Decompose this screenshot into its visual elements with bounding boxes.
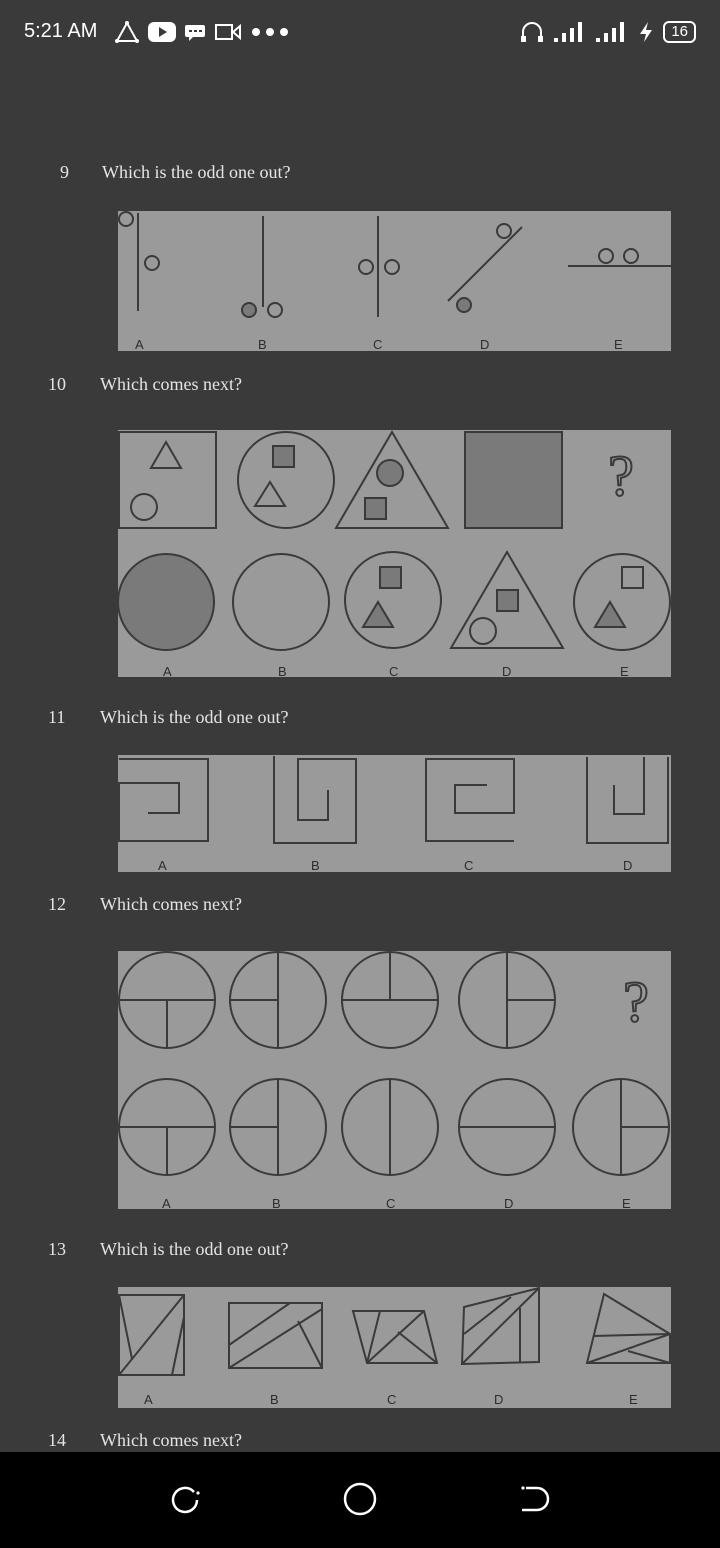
question-text: Which comes next? (100, 894, 242, 914)
question-11-figure: A B C D (118, 755, 671, 873)
question-number: 12 (48, 894, 66, 914)
option-label: A (135, 337, 144, 352)
back-icon (521, 1486, 550, 1512)
option-label: C (389, 664, 399, 679)
option-label: E (614, 337, 623, 352)
option-label: B (272, 1196, 281, 1211)
spiral-shapes-image (118, 756, 669, 844)
question-text: Which comes next? (100, 1430, 242, 1450)
message-icon (185, 25, 205, 41)
question-text: Which is the odd one out? (102, 162, 291, 182)
question-number: 11 (48, 707, 66, 727)
option-label: A (144, 1392, 153, 1407)
option-label: E (620, 664, 629, 679)
question-13-figure: A B C D E (118, 1287, 671, 1408)
back-button[interactable] (509, 1474, 559, 1524)
question-text: Which is the odd one out? (100, 707, 289, 727)
odd-one-out-lines-image (118, 211, 671, 318)
home-icon (343, 1482, 377, 1516)
option-label: D (504, 1196, 514, 1211)
recent-apps-icon (171, 1486, 200, 1514)
question-number: 9 (60, 162, 69, 182)
option-label: B (311, 858, 320, 873)
question-number: 14 (48, 1430, 66, 1450)
option-label: D (502, 664, 512, 679)
system-icons: 16 (519, 18, 696, 46)
option-label: A (158, 858, 167, 873)
headset-icon (521, 22, 544, 42)
status-bar: 5:21 AM 16 (0, 0, 720, 64)
option-label: D (623, 858, 633, 873)
question-mark-icon: ? (608, 443, 634, 508)
question-number: 10 (48, 374, 66, 394)
divided-circles-image: ? (118, 951, 670, 1176)
option-label: C (387, 1392, 397, 1407)
youtube-icon (148, 22, 176, 42)
option-label: B (258, 337, 267, 352)
option-label: C (386, 1196, 396, 1211)
question-text: Which comes next? (100, 374, 242, 394)
question-10-figure: ? A B C D E (118, 430, 671, 679)
status-time: 5:21 AM (24, 20, 98, 42)
option-label: B (278, 664, 287, 679)
question-number: 13 (48, 1239, 66, 1259)
dissected-shapes-image (118, 1287, 671, 1376)
option-label: C (373, 337, 383, 352)
navigation-bar (0, 1452, 720, 1548)
signal-icon (554, 22, 583, 42)
option-label: B (270, 1392, 279, 1407)
option-label: A (162, 1196, 171, 1211)
option-label: A (163, 664, 172, 679)
option-label: E (622, 1196, 631, 1211)
question-text: Which is the odd one out? (100, 1239, 289, 1259)
more-dots-icon (252, 28, 288, 36)
charging-icon (640, 22, 653, 42)
shapes-sequence-image: ? (118, 430, 671, 651)
question-mark-icon: ? (623, 969, 649, 1034)
home-button[interactable] (335, 1474, 385, 1524)
option-label: D (480, 337, 490, 352)
notification-icons (114, 18, 290, 46)
question-9-figure: A B C D E (118, 211, 671, 352)
signal-icon-2 (596, 22, 625, 42)
question-12-figure: ? A B C D E (118, 951, 671, 1211)
battery-level: 16 (663, 21, 696, 43)
option-label: C (464, 858, 474, 873)
video-icon (215, 23, 241, 41)
option-label: D (494, 1392, 504, 1407)
recent-apps-button[interactable] (161, 1474, 211, 1524)
alert-triangle-icon (115, 20, 139, 43)
option-label: E (629, 1392, 638, 1407)
